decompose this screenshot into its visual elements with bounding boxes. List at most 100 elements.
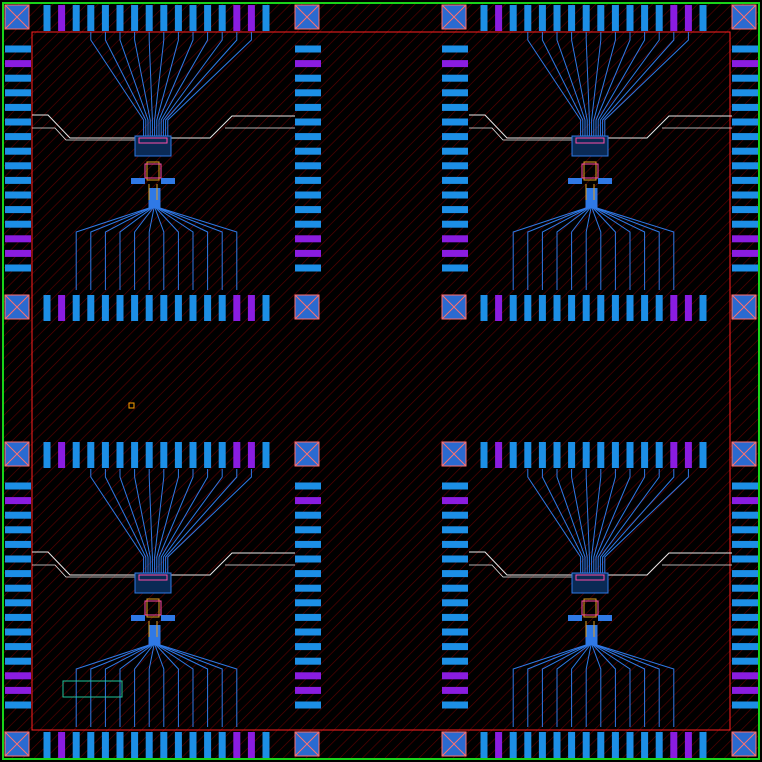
top-left-left-col-pad[interactable]	[5, 249, 31, 257]
top-left-top-row-pad[interactable]	[233, 5, 241, 31]
top-left-right-col-pad[interactable]	[295, 74, 321, 82]
top-left-bottom-row-pad[interactable]	[72, 295, 80, 321]
top-right-top-row-pad[interactable]	[495, 5, 503, 31]
top-right-left-col-pad[interactable]	[442, 147, 468, 155]
top-right-top-row-pad[interactable]	[655, 5, 663, 31]
top-right-corner-bl[interactable]	[441, 294, 467, 320]
bottom-right-right-col-pad[interactable]	[732, 540, 758, 548]
top-right-right-col-pad[interactable]	[732, 176, 758, 184]
top-right-right-col-pad[interactable]	[732, 103, 758, 111]
top-right-bottom-row-pad[interactable]	[655, 295, 663, 321]
top-left-right-col-pad[interactable]	[295, 191, 321, 199]
top-left-left-col-pad[interactable]	[5, 235, 31, 243]
bottom-left-top-row-pad[interactable]	[72, 442, 80, 468]
bottom-left-top-row-pad[interactable]	[145, 442, 153, 468]
top-right-bottom-row-pad[interactable]	[582, 295, 590, 321]
top-left-right-col-pad[interactable]	[295, 220, 321, 228]
bottom-left-left-col-pad[interactable]	[5, 701, 31, 709]
bottom-right-bottom-row-pad[interactable]	[641, 732, 649, 758]
layout-canvas[interactable]	[0, 0, 762, 762]
top-left-right-col-pad[interactable]	[295, 45, 321, 53]
bottom-left-left-col-pad[interactable]	[5, 599, 31, 607]
top-left-bottom-row-pad[interactable]	[160, 295, 168, 321]
top-left-bottom-row-pad[interactable]	[204, 295, 212, 321]
bottom-right-right-col-pad[interactable]	[732, 584, 758, 592]
top-left-bottom-row-pad[interactable]	[58, 295, 66, 321]
top-left-left-col-pad[interactable]	[5, 89, 31, 97]
top-left-right-col-pad[interactable]	[295, 118, 321, 126]
bottom-right-top-row-pad[interactable]	[582, 442, 590, 468]
bottom-left-top-row-pad[interactable]	[189, 442, 197, 468]
bottom-left-bottom-row-pad[interactable]	[160, 732, 168, 758]
top-right-left-col-pad[interactable]	[442, 249, 468, 257]
bottom-left-left-col-pad[interactable]	[5, 497, 31, 505]
top-right-left-col-pad[interactable]	[442, 118, 468, 126]
bottom-right-top-row-pad[interactable]	[641, 442, 649, 468]
top-right-top-row-pad[interactable]	[538, 5, 546, 31]
bottom-left-top-row-pad[interactable]	[131, 442, 139, 468]
bottom-right-left-col-pad[interactable]	[442, 613, 468, 621]
top-left-corner-bl[interactable]	[4, 294, 30, 320]
top-left-left-col-pad[interactable]	[5, 264, 31, 272]
bottom-left-left-col-pad[interactable]	[5, 526, 31, 534]
bottom-right-bottom-row-pad[interactable]	[597, 732, 605, 758]
top-left-bottom-row-pad[interactable]	[145, 295, 153, 321]
top-right-corner-br[interactable]	[731, 294, 757, 320]
top-left-left-col-pad[interactable]	[5, 147, 31, 155]
top-left-right-col-pad[interactable]	[295, 60, 321, 68]
bottom-right-corner-bl[interactable]	[441, 731, 467, 757]
top-right-right-col-pad[interactable]	[732, 74, 758, 82]
bottom-left-top-row-pad[interactable]	[101, 442, 109, 468]
bottom-right-left-col-pad[interactable]	[442, 701, 468, 709]
bottom-right-bottom-row-pad[interactable]	[480, 732, 488, 758]
bottom-left-bottom-row-pad[interactable]	[233, 732, 241, 758]
bottom-right-top-row-pad[interactable]	[524, 442, 532, 468]
bottom-right-left-col-pad[interactable]	[442, 584, 468, 592]
top-left-top-row-pad[interactable]	[43, 5, 51, 31]
top-right-bottom-row-pad[interactable]	[509, 295, 517, 321]
top-right-right-col-pad[interactable]	[732, 89, 758, 97]
bottom-left-right-col-pad[interactable]	[295, 526, 321, 534]
top-right-top-row-pad[interactable]	[524, 5, 532, 31]
top-right-bottom-row-pad[interactable]	[670, 295, 678, 321]
bottom-left-top-row-pad[interactable]	[87, 442, 95, 468]
top-right-right-col-pad[interactable]	[732, 147, 758, 155]
top-left-corner-tl[interactable]	[4, 4, 30, 30]
bottom-right-right-col-pad[interactable]	[732, 526, 758, 534]
bottom-right-right-col-pad[interactable]	[732, 701, 758, 709]
bottom-right-bottom-row-pad[interactable]	[495, 732, 503, 758]
bottom-left-left-col-pad[interactable]	[5, 628, 31, 636]
top-left-left-col-pad[interactable]	[5, 118, 31, 126]
bottom-right-top-row-pad[interactable]	[538, 442, 546, 468]
bottom-left-right-col-pad[interactable]	[295, 570, 321, 578]
top-right-left-col-pad[interactable]	[442, 60, 468, 68]
top-right-bottom-row-pad[interactable]	[626, 295, 634, 321]
top-left-left-col-pad[interactable]	[5, 133, 31, 141]
top-right-top-row-pad[interactable]	[553, 5, 561, 31]
bottom-left-right-col-pad[interactable]	[295, 497, 321, 505]
bottom-right-bottom-row-pad[interactable]	[611, 732, 619, 758]
top-left-left-col-pad[interactable]	[5, 45, 31, 53]
top-right-top-row-pad[interactable]	[582, 5, 590, 31]
bottom-right-left-col-pad[interactable]	[442, 643, 468, 651]
bottom-right-top-row-pad[interactable]	[509, 442, 517, 468]
top-left-top-row-pad[interactable]	[101, 5, 109, 31]
top-right-left-col-pad[interactable]	[442, 191, 468, 199]
bottom-right-bottom-row-pad[interactable]	[538, 732, 546, 758]
bottom-right-top-row-pad[interactable]	[597, 442, 605, 468]
bottom-right-right-col-pad[interactable]	[732, 628, 758, 636]
top-left-top-row-pad[interactable]	[189, 5, 197, 31]
top-right-corner-tr[interactable]	[731, 4, 757, 30]
bottom-right-left-col-pad[interactable]	[442, 497, 468, 505]
bottom-left-right-col-pad[interactable]	[295, 613, 321, 621]
bottom-left-bottom-row-pad[interactable]	[101, 732, 109, 758]
bottom-right-left-col-pad[interactable]	[442, 540, 468, 548]
top-left-bottom-row-pad[interactable]	[218, 295, 226, 321]
top-right-left-col-pad[interactable]	[442, 103, 468, 111]
bottom-right-top-row-pad[interactable]	[655, 442, 663, 468]
bottom-left-left-col-pad[interactable]	[5, 555, 31, 563]
bottom-right-right-col-pad[interactable]	[732, 570, 758, 578]
bottom-left-left-col-pad[interactable]	[5, 613, 31, 621]
top-left-right-col-pad[interactable]	[295, 264, 321, 272]
top-left-right-col-pad[interactable]	[295, 89, 321, 97]
